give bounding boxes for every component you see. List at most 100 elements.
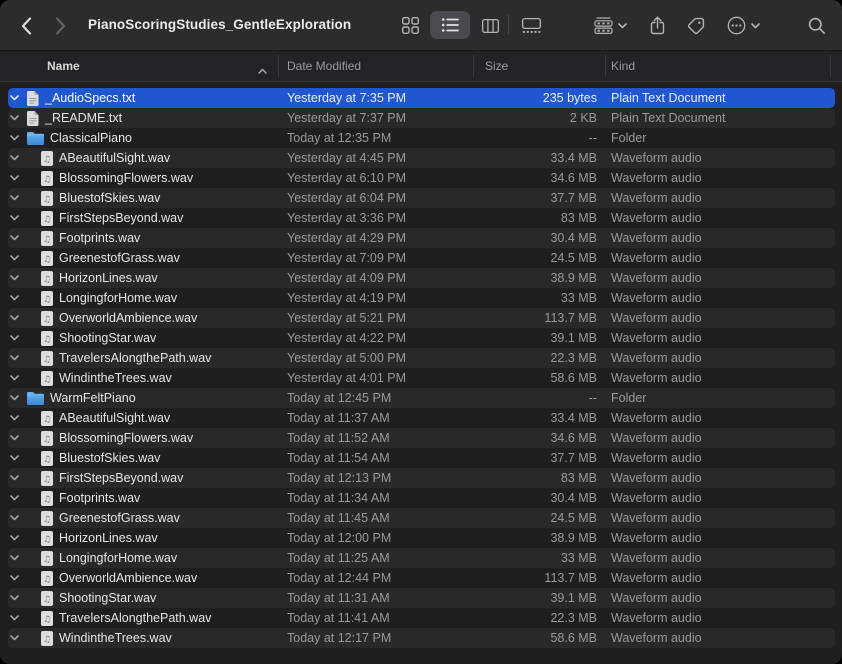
file-row[interactable]: ♫ LongingforHome.wav Yesterday at 4:19 P… (0, 288, 842, 308)
file-kind: Waveform audio (611, 451, 702, 465)
list-view-button[interactable] (430, 11, 470, 39)
file-name: OverworldAmbience.wav (59, 311, 198, 325)
disclosure-chevron-icon[interactable] (10, 275, 19, 281)
file-row[interactable]: ♫ BlossomingFlowers.wav Yesterday at 6:1… (0, 168, 842, 188)
disclosure-chevron-icon[interactable] (10, 335, 19, 341)
disclosure-chevron-icon[interactable] (10, 535, 19, 541)
tag-button[interactable] (682, 13, 710, 38)
disclosure-chevron-icon[interactable] (10, 395, 19, 401)
grid-view-icon (401, 17, 419, 34)
disclosure-chevron-icon[interactable] (10, 595, 19, 601)
file-row[interactable]: ♫ GreenestofGrass.wav Yesterday at 7:09 … (0, 248, 842, 268)
search-icon (808, 17, 825, 34)
file-row[interactable]: ♫ TravelersAlongthePath.wav Today at 11:… (0, 608, 842, 628)
file-row[interactable]: ♫ LongingforHome.wav Today at 11:25 AM 3… (0, 548, 842, 568)
disclosure-chevron-icon[interactable] (10, 615, 19, 621)
column-header-kind[interactable]: Kind (611, 51, 635, 81)
file-row[interactable]: _README.txt Yesterday at 7:37 PM 2 KB Pl… (0, 108, 842, 128)
file-kind: Waveform audio (611, 531, 702, 545)
disclosure-chevron-icon[interactable] (10, 375, 19, 381)
date-modified: Today at 11:34 AM (287, 491, 390, 505)
file-row[interactable]: ♫ Footprints.wav Today at 11:34 AM 30.4 … (0, 488, 842, 508)
forward-button[interactable] (48, 13, 72, 38)
svg-text:♫: ♫ (43, 615, 51, 625)
file-row[interactable]: ♫ HorizonLines.wav Yesterday at 4:09 PM … (0, 268, 842, 288)
file-kind: Waveform audio (611, 431, 702, 445)
file-row[interactable]: ♫ OverworldAmbience.wav Today at 12:44 P… (0, 568, 842, 588)
column-divider[interactable] (830, 55, 831, 77)
disclosure-chevron-icon[interactable] (10, 495, 19, 501)
file-row[interactable]: ♫ GreenestofGrass.wav Today at 11:45 AM … (0, 508, 842, 528)
disclosure-chevron-icon[interactable] (10, 95, 19, 101)
svg-text:♫: ♫ (43, 535, 51, 545)
disclosure-chevron-icon[interactable] (10, 315, 19, 321)
disclosure-chevron-icon[interactable] (10, 515, 19, 521)
file-row[interactable]: ♫ WindintheTrees.wav Yesterday at 4:01 P… (0, 368, 842, 388)
file-row[interactable]: ♫ BluestofSkies.wav Today at 11:54 AM 37… (0, 448, 842, 468)
search-button[interactable] (802, 13, 832, 38)
file-row[interactable]: ♫ ABeautifulSight.wav Today at 11:37 AM … (0, 408, 842, 428)
file-row[interactable]: ♫ WindintheTrees.wav Today at 12:17 PM 5… (0, 628, 842, 648)
file-name: LongingforHome.wav (59, 291, 178, 305)
disclosure-chevron-icon[interactable] (10, 235, 19, 241)
file-row[interactable]: ♫ ShootingStar.wav Yesterday at 4:22 PM … (0, 328, 842, 348)
column-header-date-modified[interactable]: Date Modified (287, 51, 361, 81)
file-row[interactable]: ♫ BluestofSkies.wav Yesterday at 6:04 PM… (0, 188, 842, 208)
file-size: 38.9 MB (550, 531, 597, 545)
file-row[interactable]: WarmFeltPiano Today at 12:45 PM -- Folde… (0, 388, 842, 408)
file-row[interactable]: ♫ ABeautifulSight.wav Yesterday at 4:45 … (0, 148, 842, 168)
gallery-view-button[interactable] (514, 13, 548, 38)
svg-text:♫: ♫ (43, 175, 51, 185)
date-modified: Today at 12:44 PM (287, 571, 392, 585)
file-row[interactable]: ClassicalPiano Today at 12:35 PM -- Fold… (0, 128, 842, 148)
file-size: 30.4 MB (550, 231, 597, 245)
disclosure-chevron-icon[interactable] (10, 195, 19, 201)
disclosure-chevron-icon[interactable] (10, 295, 19, 301)
file-row[interactable]: ♫ FirstStepsBeyond.wav Yesterday at 3:36… (0, 208, 842, 228)
date-modified: Yesterday at 4:29 PM (287, 231, 407, 245)
toolbar-divider (508, 15, 509, 35)
more-options-button[interactable] (721, 13, 765, 38)
waveform-audio-icon: ♫ (41, 530, 53, 546)
file-row[interactable]: ♫ ShootingStar.wav Today at 11:31 AM 39.… (0, 588, 842, 608)
file-row[interactable]: ♫ TravelersAlongthePath.wav Yesterday at… (0, 348, 842, 368)
file-row[interactable]: ♫ BlossomingFlowers.wav Today at 11:52 A… (0, 428, 842, 448)
disclosure-chevron-icon[interactable] (10, 135, 19, 141)
column-divider[interactable] (278, 55, 279, 77)
share-button[interactable] (643, 13, 671, 38)
column-divider[interactable] (473, 55, 474, 77)
disclosure-chevron-icon[interactable] (10, 635, 19, 641)
disclosure-chevron-icon[interactable] (10, 155, 19, 161)
disclosure-chevron-icon[interactable] (10, 455, 19, 461)
column-header-name[interactable]: Name (47, 51, 80, 81)
file-row[interactable]: ♫ FirstStepsBeyond.wav Today at 12:13 PM… (0, 468, 842, 488)
file-name: GreenestofGrass.wav (59, 251, 180, 265)
disclosure-chevron-icon[interactable] (10, 115, 19, 121)
disclosure-chevron-icon[interactable] (10, 215, 19, 221)
back-button[interactable] (14, 13, 38, 38)
file-kind: Waveform audio (611, 211, 702, 225)
file-row[interactable]: _AudioSpecs.txt Yesterday at 7:35 PM 235… (0, 88, 842, 108)
disclosure-chevron-icon[interactable] (10, 435, 19, 441)
file-row[interactable]: ♫ HorizonLines.wav Today at 12:00 PM 38.… (0, 528, 842, 548)
waveform-audio-icon: ♫ (41, 630, 53, 646)
file-kind: Waveform audio (611, 351, 702, 365)
column-divider[interactable] (605, 55, 606, 77)
file-kind: Waveform audio (611, 551, 702, 565)
file-row[interactable]: ♫ OverworldAmbience.wav Yesterday at 5:2… (0, 308, 842, 328)
icon-view-button[interactable] (395, 13, 425, 38)
disclosure-chevron-icon[interactable] (10, 415, 19, 421)
disclosure-chevron-icon[interactable] (10, 575, 19, 581)
column-header-size[interactable]: Size (485, 51, 508, 81)
disclosure-chevron-icon[interactable] (10, 255, 19, 261)
group-button[interactable] (587, 13, 633, 38)
file-row[interactable]: ♫ Footprints.wav Yesterday at 4:29 PM 30… (0, 228, 842, 248)
disclosure-chevron-icon[interactable] (10, 475, 19, 481)
disclosure-chevron-icon[interactable] (10, 355, 19, 361)
file-size: 2 KB (569, 111, 597, 125)
disclosure-chevron-icon[interactable] (10, 175, 19, 181)
date-modified: Yesterday at 7:35 PM (287, 91, 407, 105)
sort-ascending-icon[interactable] (258, 63, 267, 77)
disclosure-chevron-icon[interactable] (10, 555, 19, 561)
column-view-button[interactable] (475, 13, 505, 38)
